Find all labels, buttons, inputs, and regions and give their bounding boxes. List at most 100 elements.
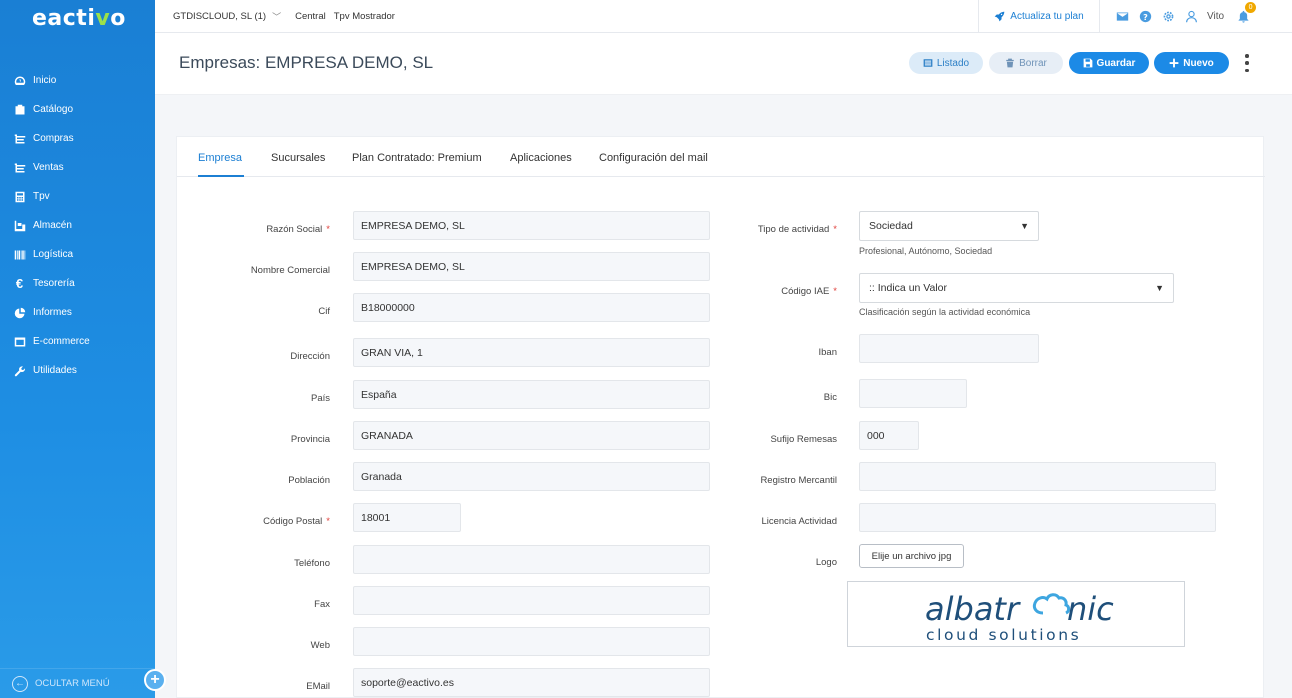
browser-icon	[13, 335, 26, 348]
licencia-actividad-input[interactable]	[859, 503, 1216, 532]
sidebar-item-label: Compras	[33, 133, 74, 144]
svg-text:?: ?	[1143, 11, 1148, 21]
email-input[interactable]: soporte@eactivo.es	[353, 668, 710, 697]
tipo-actividad-label: Tipo de actividad *	[757, 224, 837, 235]
sidebar-item-label: Tesorería	[33, 278, 75, 289]
logo-label: Logo	[815, 557, 837, 568]
sidebar-item-label: Inicio	[33, 75, 57, 86]
sidebar-item-tesoreria[interactable]: € Tesorería	[0, 269, 155, 298]
iban-input[interactable]	[859, 334, 1039, 363]
registro-mercantil-label: Registro Mercantil	[760, 475, 837, 486]
sidebar-item-label: Informes	[33, 307, 72, 318]
wrench-icon	[13, 364, 26, 377]
tab-plan[interactable]: Plan Contratado: Premium	[352, 152, 482, 164]
licencia-actividad-label: Licencia Actividad	[761, 516, 837, 527]
provincia-input[interactable]: GRANADA	[353, 421, 710, 450]
sidebar-item-ventas[interactable]: Ventas	[0, 153, 155, 182]
poblacion-input[interactable]: Granada	[353, 462, 710, 491]
sidebar-item-catalogo[interactable]: Catálogo	[0, 95, 155, 124]
pos-icon	[13, 190, 26, 203]
direccion-input[interactable]: GRAN VIA, 1	[353, 338, 710, 367]
sidebar-item-almacen[interactable]: Almacén	[0, 211, 155, 240]
sidebar-item-label: Ventas	[33, 162, 64, 173]
codigo-postal-input[interactable]: 18001	[353, 503, 461, 532]
iban-label: Iban	[818, 347, 838, 358]
new-button[interactable]: Nuevo	[1154, 52, 1229, 74]
sidebar-item-logistica[interactable]: Logística	[0, 240, 155, 269]
sidebar-item-label: Logística	[33, 249, 74, 260]
quick-add-button[interactable]: +	[144, 669, 166, 691]
rocket-icon	[994, 11, 1005, 21]
chevron-down-icon[interactable]: ﹀	[272, 10, 281, 23]
store-tpv[interactable]: Tpv Mostrador	[334, 11, 395, 22]
sidebar-item-label: Tpv	[33, 191, 50, 202]
sidebar-item-compras[interactable]: Compras	[0, 124, 155, 153]
sufijo-remesas-input[interactable]: 000	[859, 421, 919, 450]
gear-icon[interactable]	[1161, 9, 1175, 23]
web-input[interactable]	[353, 627, 710, 656]
cif-input[interactable]: B18000000	[353, 293, 710, 322]
warehouse-icon	[13, 219, 26, 232]
tab-mail-config[interactable]: Configuración del mail	[599, 152, 708, 164]
sidebar-item-tpv[interactable]: Tpv	[0, 182, 155, 211]
tipo-actividad-select[interactable]: Sociedad ▼	[859, 211, 1039, 241]
codigo-iae-label: Código IAE *	[781, 286, 837, 297]
tab-empresa[interactable]: Empresa	[198, 152, 242, 164]
sidebar-item-label: Almacén	[33, 220, 72, 231]
logo-wordmark-a: albatr	[925, 590, 1021, 628]
user-name[interactable]: Vito	[1207, 11, 1224, 22]
pais-label: País	[310, 393, 330, 404]
dropdown-arrow-icon: ▼	[1020, 221, 1029, 231]
sidebar-item-label: E-commerce	[33, 336, 90, 347]
new-button-label: Nuevo	[1183, 57, 1214, 69]
bic-input[interactable]	[859, 379, 967, 408]
razon-social-input[interactable]: EMPRESA DEMO, SL	[353, 211, 710, 240]
more-options-icon[interactable]	[1243, 54, 1251, 72]
tab-sucursales[interactable]: Sucursales	[271, 152, 325, 164]
logo-tagline: cloud solutions	[926, 626, 1081, 644]
delete-button[interactable]: Borrar	[989, 52, 1063, 74]
app-logo[interactable]: eactivo	[32, 6, 126, 31]
company-selector[interactable]: GTDISCLOUD, SL (1)	[173, 11, 266, 22]
telefono-input[interactable]	[353, 545, 710, 574]
sidebar-item-informes[interactable]: Informes	[0, 298, 155, 327]
direccion-label: Dirección	[290, 351, 330, 362]
codigo-iae-select[interactable]: :: Indica un Valor ▼	[859, 273, 1174, 303]
company-logo-preview: albatr nic cloud solutions	[847, 581, 1185, 647]
list-icon	[923, 59, 933, 67]
upgrade-plan-label: Actualiza tu plan	[1010, 10, 1084, 22]
save-button[interactable]: Guardar	[1069, 52, 1149, 74]
sidebar-item-inicio[interactable]: Inicio	[0, 66, 155, 95]
notification-badge: 0	[1245, 2, 1257, 13]
list-button[interactable]: Listado	[909, 52, 983, 74]
bic-label: Bic	[823, 392, 837, 403]
registro-mercantil-input[interactable]	[859, 462, 1216, 491]
plus-icon	[1169, 58, 1179, 68]
floppy-icon	[1083, 58, 1092, 68]
user-icon[interactable]	[1184, 9, 1198, 23]
sidebar-item-utilidades[interactable]: Utilidades	[0, 356, 155, 385]
upgrade-plan-button[interactable]: Actualiza tu plan	[978, 0, 1100, 32]
barcode-icon	[13, 248, 26, 261]
telefono-label: Teléfono	[294, 558, 330, 569]
choose-file-button[interactable]: Elije un archivo jpg	[859, 544, 964, 568]
bell-icon[interactable]: 0	[1236, 2, 1257, 23]
sales-icon	[13, 161, 26, 174]
mail-icon[interactable]	[1115, 9, 1129, 23]
hide-menu-button[interactable]: ← OCULTAR MENÚ	[0, 668, 155, 698]
sidebar-item-label: Utilidades	[33, 365, 77, 376]
sidebar-item-ecommerce[interactable]: E-commerce	[0, 327, 155, 356]
web-label: Web	[310, 640, 330, 651]
help-icon[interactable]: ?	[1138, 9, 1152, 23]
save-button-label: Guardar	[1096, 57, 1136, 69]
cloud-icon	[1032, 593, 1071, 615]
topbar-actions: ? Vito 0	[1115, 0, 1259, 32]
nombre-comercial-input[interactable]: EMPRESA DEMO, SL	[353, 252, 710, 281]
cif-label: Cif	[318, 306, 330, 317]
pais-input[interactable]: España	[353, 380, 710, 409]
tab-aplicaciones[interactable]: Aplicaciones	[510, 152, 572, 164]
email-label: EMail	[306, 681, 330, 692]
sidebar: eactivo Inicio Catálogo Compras Ventas T…	[0, 0, 155, 698]
store-central[interactable]: Central	[295, 11, 326, 22]
fax-input[interactable]	[353, 586, 710, 615]
